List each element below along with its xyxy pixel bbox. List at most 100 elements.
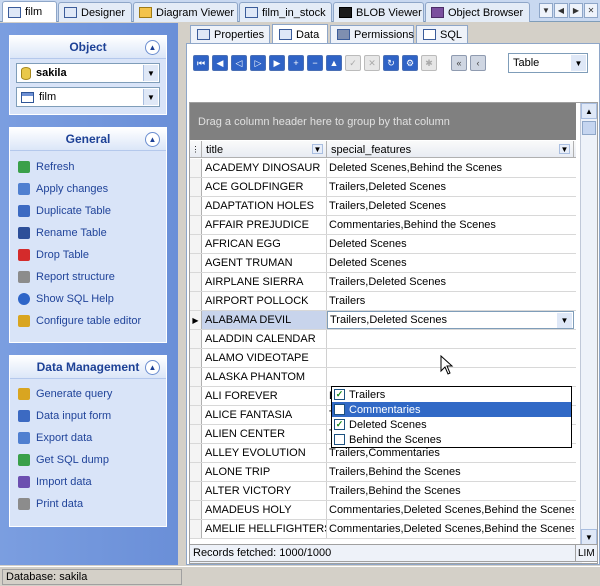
cancel-edit-icon[interactable]: ✕ (364, 55, 380, 71)
tab-designer[interactable]: Designer (58, 2, 132, 22)
special-features-cell[interactable]: Commentaries,Behind the Scenes (327, 216, 574, 234)
row-indicator[interactable] (190, 254, 202, 272)
dropdown-option[interactable]: Behind the Scenes (332, 432, 571, 447)
special-features-cell[interactable]: Commentaries,Deleted Scenes,Behind the S… (327, 501, 574, 519)
drop-table-link[interactable]: Drop Table (10, 244, 166, 266)
special-features-cell[interactable]: Trailers,Behind the Scenes (327, 463, 574, 481)
title-cell[interactable]: ALIEN CENTER (202, 425, 327, 443)
table-row[interactable]: ▶ ALABAMA DEVIL Trailers,Deleted Scenes ▼ (190, 311, 576, 330)
row-indicator[interactable] (190, 406, 202, 424)
report-structure-link[interactable]: Report structure (10, 266, 166, 288)
tab-sql[interactable]: SQL (416, 25, 468, 43)
collapse-icon[interactable]: ▲ (145, 360, 160, 375)
prior-page-icon[interactable]: ◀ (212, 55, 228, 71)
title-cell[interactable]: AIRPORT POLLOCK (202, 292, 327, 310)
generate-query-link[interactable]: Generate query (10, 383, 166, 405)
special-features-cell[interactable]: Trailers,Deleted Scenes (327, 197, 574, 215)
refresh-records-icon[interactable]: ↻ (383, 55, 399, 71)
row-indicator[interactable] (190, 216, 202, 234)
table-row[interactable]: ALTER VICTORY Trailers,Behind the Scenes (190, 482, 576, 501)
delete-record-icon[interactable]: − (307, 55, 323, 71)
bookmark-icon[interactable]: ✱ (421, 55, 437, 71)
collapse-icon[interactable]: ▲ (145, 132, 160, 147)
print-data-link[interactable]: Print data (10, 493, 166, 515)
table-row[interactable]: ADAPTATION HOLES Trailers,Deleted Scenes (190, 197, 576, 216)
row-indicator[interactable] (190, 463, 202, 481)
group-by-panel[interactable]: Drag a column header here to group by th… (190, 103, 576, 140)
checkbox-icon[interactable] (334, 434, 345, 445)
close-icon[interactable]: ✕ (584, 3, 598, 18)
row-indicator[interactable] (190, 368, 202, 386)
title-cell[interactable]: ACADEMY DINOSAUR (202, 159, 327, 177)
table-row[interactable]: ACADEMY DINOSAUR Deleted Scenes,Behind th… (190, 159, 576, 178)
title-cell[interactable]: ALONE TRIP (202, 463, 327, 481)
row-indicator[interactable] (190, 159, 202, 177)
title-cell[interactable]: ALAMO VIDEOTAPE (202, 349, 327, 367)
table-row[interactable]: AMELIE HELLFIGHTERS Commentaries,Deleted … (190, 520, 576, 539)
vertical-scrollbar[interactable]: ▲ ▼ (580, 103, 597, 545)
column-header-title[interactable]: title ▼ (202, 141, 327, 158)
insert-record-icon[interactable]: + (288, 55, 304, 71)
chevron-down-icon[interactable]: ▼ (143, 89, 158, 105)
table-row[interactable]: ALASKA PHANTOM (190, 368, 576, 387)
database-select[interactable]: sakila ▼ (16, 63, 160, 83)
tab-list-dropdown-icon[interactable]: ▼ (539, 3, 553, 18)
title-cell[interactable]: ALABAMA DEVIL (202, 311, 327, 329)
show-sql-help-link[interactable]: Show SQL Help (10, 288, 166, 310)
splitter[interactable] (178, 23, 186, 565)
duplicate-table-link[interactable]: Duplicate Table (10, 200, 166, 222)
filter-icon[interactable]: ⚙ (402, 55, 418, 71)
row-indicator[interactable] (190, 520, 202, 538)
first-record-icon[interactable]: ⏮ (193, 55, 209, 71)
chevron-down-icon[interactable]: ▼ (571, 55, 586, 71)
table-row[interactable]: ALONE TRIP Trailers,Behind the Scenes (190, 463, 576, 482)
checked-checkbox-icon[interactable]: ✓ (334, 389, 345, 400)
row-indicator[interactable] (190, 482, 202, 500)
scroll-right-icon[interactable]: ▶ (569, 3, 583, 18)
special-features-cell[interactable]: Commentaries,Deleted Scenes,Behind the S… (327, 520, 574, 538)
export-data-link[interactable]: Export data (10, 427, 166, 449)
scroll-left-icon[interactable]: ◀ (554, 3, 568, 18)
scroll-up-icon[interactable]: ▲ (581, 103, 597, 119)
checked-checkbox-icon[interactable]: ✓ (334, 419, 345, 430)
table-row[interactable]: AFRICAN EGG Deleted Scenes (190, 235, 576, 254)
refresh-link[interactable]: Refresh (10, 156, 166, 178)
filter-dropdown-icon[interactable]: ▼ (312, 144, 323, 154)
special-features-cell[interactable]: Trailers,Deleted Scenes (327, 273, 574, 291)
table-row[interactable]: AGENT TRUMAN Deleted Scenes (190, 254, 576, 273)
table-row[interactable]: ALAMO VIDEOTAPE (190, 349, 576, 368)
special-features-cell[interactable]: Trailers,Behind the Scenes (327, 482, 574, 500)
table-row[interactable]: ALADDIN CALENDAR (190, 330, 576, 349)
row-indicator[interactable] (190, 235, 202, 253)
row-indicator[interactable] (190, 501, 202, 519)
table-row[interactable]: AIRPORT POLLOCK Trailers (190, 292, 576, 311)
chevron-down-icon[interactable]: ▼ (557, 313, 572, 328)
collapse-icon[interactable]: ▲ (145, 40, 160, 55)
import-data-link[interactable]: Import data (10, 471, 166, 493)
tab-film[interactable]: film (2, 1, 57, 22)
table-row[interactable]: AIRPLANE SIERRA Trailers,Deleted Scenes (190, 273, 576, 292)
special-features-cell[interactable]: Deleted Scenes (327, 254, 574, 272)
title-cell[interactable]: ALADDIN CALENDAR (202, 330, 327, 348)
title-cell[interactable]: ALICE FANTASIA (202, 406, 327, 424)
view-mode-select[interactable]: Table ▼ (508, 53, 588, 73)
configure-table-editor-link[interactable]: Configure table editor (10, 310, 166, 332)
title-cell[interactable]: AFFAIR PREJUDICE (202, 216, 327, 234)
title-cell[interactable]: AMELIE HELLFIGHTERS (202, 520, 327, 538)
table-row[interactable]: AFFAIR PREJUDICE Commentaries,Behind the … (190, 216, 576, 235)
row-indicator[interactable] (190, 330, 202, 348)
special-features-cell[interactable]: Deleted Scenes,Behind the Scenes (327, 159, 574, 177)
table-row[interactable]: AMADEUS HOLY Commentaries,Deleted Scenes,… (190, 501, 576, 520)
title-cell[interactable]: ACE GOLDFINGER (202, 178, 327, 196)
table-row[interactable]: ACE GOLDFINGER Trailers,Deleted Scenes (190, 178, 576, 197)
title-cell[interactable]: ADAPTATION HOLES (202, 197, 327, 215)
general-panel-header[interactable]: General ▲ (10, 128, 166, 151)
special-features-cell[interactable]: Deleted Scenes (327, 235, 574, 253)
dropdown-option[interactable]: ✓ Trailers (332, 387, 571, 402)
special-features-cell[interactable]: Trailers (327, 292, 574, 310)
title-cell[interactable]: ALTER VICTORY (202, 482, 327, 500)
title-cell[interactable]: AIRPLANE SIERRA (202, 273, 327, 291)
collapse-grid-icon[interactable]: « (451, 55, 467, 71)
title-cell[interactable]: ALI FOREVER (202, 387, 327, 405)
title-cell[interactable]: AFRICAN EGG (202, 235, 327, 253)
